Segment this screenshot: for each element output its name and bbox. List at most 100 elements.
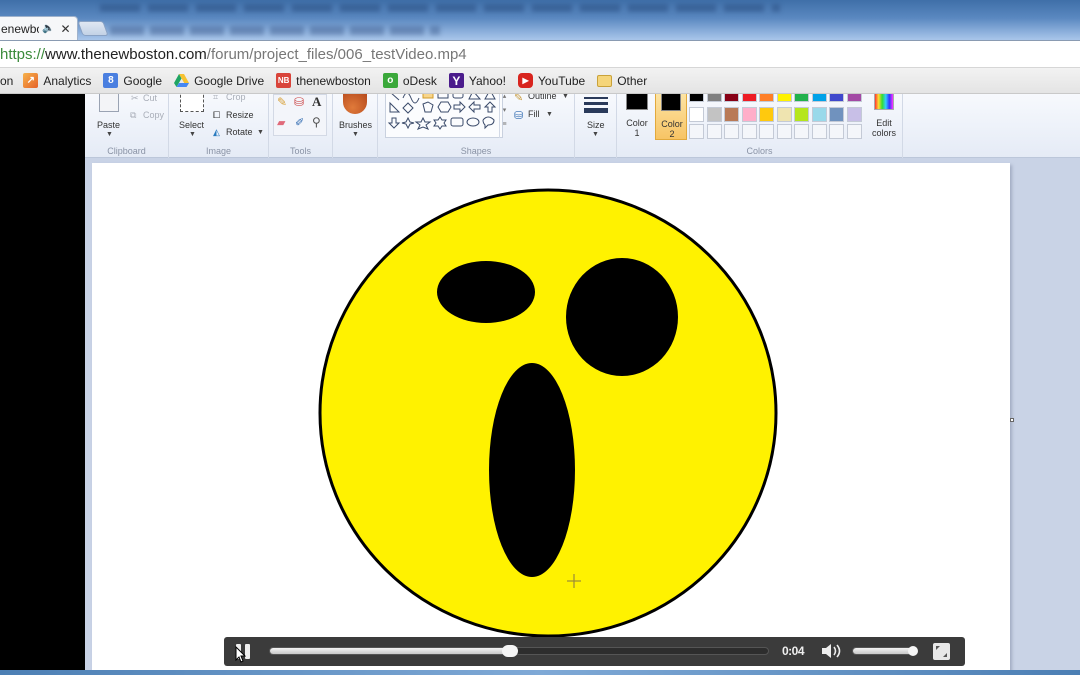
thenewboston-icon: NB <box>276 73 292 88</box>
palette-swatch[interactable] <box>829 107 844 122</box>
palette-swatch[interactable] <box>846 94 862 102</box>
palette-swatch[interactable] <box>706 107 722 122</box>
bookmark-yahoo[interactable]: Y Yahoo! <box>448 73 506 88</box>
palette-empty-slot[interactable] <box>776 124 792 139</box>
color-picker-icon[interactable]: ✐ <box>295 116 304 129</box>
palette-swatch[interactable] <box>689 94 704 102</box>
bookmark-google[interactable]: 8 Google <box>103 73 162 88</box>
colors-group-label: Colors <box>746 146 773 156</box>
rotate-button[interactable]: Rotate <box>226 127 253 137</box>
fill-icon: ⛁ <box>514 110 524 122</box>
bookmark-analytics[interactable]: ↗ Analytics <box>23 73 91 88</box>
palette-swatch[interactable] <box>776 94 792 102</box>
fill-bucket-icon[interactable]: ⛁ <box>294 95 304 109</box>
palette-swatch[interactable] <box>741 107 757 122</box>
palette-empty-slot[interactable] <box>741 124 757 139</box>
copy-button[interactable]: Copy <box>143 110 164 120</box>
palette-swatch[interactable] <box>706 94 722 102</box>
resize-button[interactable]: Resize <box>226 110 254 120</box>
canvas-area <box>85 158 1080 675</box>
size-button[interactable]: Size <box>587 120 605 130</box>
outline-dropdown-icon[interactable]: ▼ <box>562 94 569 100</box>
edit-colors-label: Edit colors <box>871 118 896 138</box>
bookmark-odesk[interactable]: o oDesk <box>382 73 437 88</box>
brushes-dropdown-icon[interactable]: ▼ <box>352 131 359 138</box>
size-dropdown-icon[interactable]: ▼ <box>592 131 599 138</box>
palette-swatch[interactable] <box>724 107 739 122</box>
bookmark-google-drive[interactable]: Google Drive <box>174 73 264 88</box>
drawing-canvas[interactable] <box>92 163 1010 675</box>
url-text[interactable]: https://www.thenewboston.com/forum/proje… <box>0 46 467 63</box>
palette-swatch[interactable] <box>794 107 809 122</box>
pencil-icon[interactable]: ✎ <box>277 95 287 109</box>
palette-swatch[interactable] <box>724 94 739 102</box>
palette-swatch[interactable] <box>759 107 774 122</box>
shapes-group: ▴ ▾ ≡ ✎ Outline ▼ ⛁ Fill ▼ Shapes <box>378 94 575 158</box>
palette-empty-slot[interactable] <box>829 124 844 139</box>
smiley-drawing <box>318 188 778 638</box>
new-tab-button[interactable] <box>77 21 109 36</box>
address-bar[interactable]: https://www.thenewboston.com/forum/proje… <box>0 40 1080 68</box>
folder-icon <box>597 74 613 87</box>
rotate-dropdown-icon[interactable]: ▼ <box>257 129 264 136</box>
palette-empty-slot[interactable] <box>706 124 722 139</box>
close-icon[interactable]: ✕ <box>60 22 70 36</box>
text-icon[interactable]: A <box>312 94 321 110</box>
canvas-resize-handle[interactable] <box>1010 418 1014 422</box>
fill-dropdown-icon[interactable]: ▼ <box>546 111 553 118</box>
brushes-icon <box>343 94 367 114</box>
paste-dropdown-icon[interactable]: ▼ <box>106 131 113 138</box>
palette-swatch[interactable] <box>846 107 862 122</box>
right-eye <box>566 258 678 376</box>
outline-button[interactable]: Outline <box>528 94 557 101</box>
seek-bar[interactable] <box>269 645 769 657</box>
volume-icon[interactable] <box>820 642 844 660</box>
palette-empty-slot[interactable] <box>846 124 862 139</box>
select-dropdown-icon[interactable]: ▼ <box>189 131 196 138</box>
color2-button[interactable]: Color 2 <box>655 94 687 140</box>
seek-handle[interactable] <box>502 645 518 657</box>
palette-swatch[interactable] <box>776 107 792 122</box>
color1-button[interactable]: Color 1 <box>621 94 651 138</box>
bookmark-other[interactable]: Other <box>597 74 647 88</box>
speaker-icon[interactable]: 🔈 <box>42 23 54 34</box>
brushes-group: Brushes ▼ <box>333 94 378 158</box>
bookmark-youtube[interactable]: ▶ YouTube <box>518 73 585 88</box>
select-icon <box>180 94 204 112</box>
magnifier-icon[interactable]: ⚲ <box>312 115 321 129</box>
palette-swatch[interactable] <box>689 107 704 122</box>
edit-colors-button[interactable]: Edit colors <box>867 94 901 140</box>
palette-swatch[interactable] <box>794 94 809 102</box>
fullscreen-button[interactable] <box>933 643 950 660</box>
bookmarks-bar: on ↗ Analytics 8 Google Google Drive NB … <box>0 68 1080 94</box>
palette-swatch[interactable] <box>811 94 827 102</box>
screen: enewboston 🔈 ✕ https://www.thenewboston.… <box>0 0 1080 675</box>
palette-empty-slot[interactable] <box>724 124 739 139</box>
browser-tab[interactable]: enewboston 🔈 ✕ <box>0 16 78 40</box>
select-button[interactable]: Select <box>179 120 204 130</box>
bookmark-thenewboston[interactable]: NB thenewboston <box>276 73 371 88</box>
palette-swatch[interactable] <box>759 94 774 102</box>
fill-button[interactable]: Fill <box>528 109 540 119</box>
palette-empty-slot[interactable] <box>811 124 827 139</box>
mouse-pointer-icon <box>235 646 246 663</box>
brushes-button[interactable]: Brushes <box>339 120 372 130</box>
youtube-icon: ▶ <box>518 73 534 88</box>
shapes-scrollbar[interactable]: ▴ ▾ ≡ <box>499 94 509 138</box>
palette-empty-slot[interactable] <box>689 124 704 139</box>
odesk-icon: o <box>382 73 398 88</box>
palette-swatch[interactable] <box>811 107 827 122</box>
bookmark-label: on <box>0 73 14 88</box>
palette-empty-slot[interactable] <box>759 124 774 139</box>
bookmark-label: Google Drive <box>194 73 265 88</box>
crop-button[interactable]: Crop <box>226 94 246 102</box>
palette-empty-slot[interactable] <box>794 124 809 139</box>
paste-button[interactable]: Paste <box>97 120 120 130</box>
volume-slider[interactable] <box>852 646 918 656</box>
cut-button[interactable]: Cut <box>143 94 157 103</box>
palette-swatch[interactable] <box>829 94 844 102</box>
palette-swatch[interactable] <box>741 94 757 102</box>
bookmark-partial[interactable]: on <box>0 74 13 88</box>
eraser-icon[interactable]: ▰ <box>277 116 285 129</box>
volume-handle[interactable] <box>907 646 918 656</box>
